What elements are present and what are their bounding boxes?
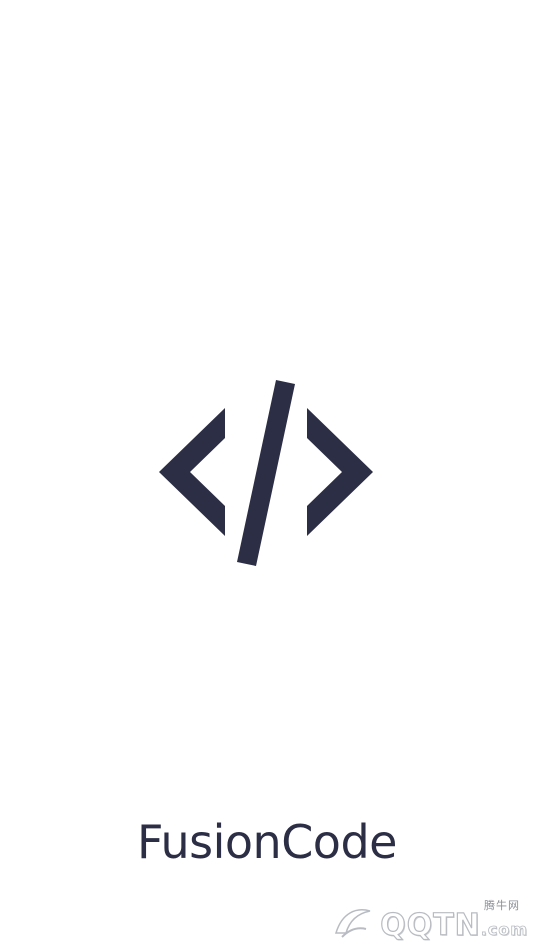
forward-slash (237, 380, 295, 566)
code-brackets-icon (150, 375, 382, 570)
watermark-brand: QQTN.com (380, 907, 528, 943)
app-name-title: FusionCode (137, 815, 397, 869)
watermark-logo-icon (334, 909, 371, 938)
right-angle-bracket (307, 408, 373, 536)
watermark-brand-name: QQTN (380, 907, 481, 943)
watermark-brand-suffix: .com (480, 920, 528, 940)
splash-screen: FusionCode 腾牛网 QQTN.com (0, 0, 534, 949)
left-angle-bracket (159, 408, 225, 536)
